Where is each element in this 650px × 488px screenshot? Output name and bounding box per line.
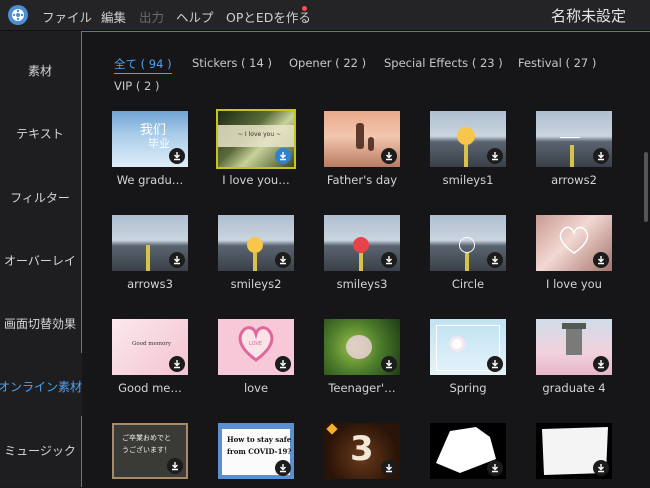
media-library-panel: 全て ( 94 ) Stickers ( 14 ) Opener ( 22 ) … — [82, 31, 650, 488]
download-icon[interactable] — [487, 356, 503, 372]
thumbnail-fathers-day[interactable] — [324, 111, 400, 167]
thumb-text: How to stay safe — [227, 435, 292, 444]
tab-vip[interactable]: VIP ( 2 ) — [114, 79, 159, 93]
thumb-text: from COVID-19? — [227, 447, 292, 456]
thumb-text: Good memory — [132, 341, 172, 347]
thumbnail-smileys2[interactable] — [218, 215, 294, 271]
download-icon[interactable] — [169, 356, 185, 372]
tab-opener[interactable]: Opener ( 22 ) — [289, 56, 366, 70]
thumbnail-covid-safety[interactable]: How to stay safe from COVID-19? — [218, 423, 294, 479]
download-icon[interactable] — [381, 356, 397, 372]
thumbnail-we-graduate[interactable]: 我们 毕业 — [112, 111, 188, 167]
notification-dot — [302, 6, 307, 11]
item-label: graduate 4 — [542, 381, 606, 395]
item-label: I love you — [546, 277, 602, 291]
item-label: smileys3 — [336, 277, 388, 291]
sidebar-item-media[interactable]: 素材 — [0, 39, 80, 101]
download-icon[interactable] — [169, 252, 185, 268]
thumbnail-arrows3[interactable] — [112, 215, 188, 271]
item-label: Spring — [449, 381, 487, 395]
item-label: Good me… — [118, 381, 182, 395]
sidebar-item-overlay[interactable]: オーバーレイ — [0, 229, 80, 291]
item-label: I love you… — [222, 173, 290, 187]
tab-festival[interactable]: Festival ( 27 ) — [518, 56, 596, 70]
item-label: arrows3 — [127, 277, 173, 291]
thumbnail-countdown-3[interactable]: 3 — [324, 423, 400, 479]
download-icon[interactable] — [381, 148, 397, 164]
tab-stickers[interactable]: Stickers ( 14 ) — [192, 56, 272, 70]
download-icon[interactable] — [275, 460, 291, 476]
sidebar: 素材 テキスト フィルター オーバーレイ 画面切替効果 オンライン素材 ミュージ… — [0, 31, 82, 487]
tab-all[interactable]: 全て ( 94 ) — [114, 56, 172, 74]
thumb-text: ご卒業おめでと — [122, 434, 171, 442]
menu-op-ed[interactable]: OPとEDを作る — [226, 7, 311, 26]
download-icon[interactable] — [593, 252, 609, 268]
download-icon[interactable] — [167, 458, 183, 474]
item-label: Circle — [451, 277, 485, 291]
item-label: smileys1 — [442, 173, 494, 187]
thumbnail-i-love-you-1[interactable]: ~ I love you ~ — [216, 109, 296, 169]
download-icon[interactable] — [593, 460, 609, 476]
thumbnail-smileys1[interactable] — [430, 111, 506, 167]
download-icon[interactable] — [593, 356, 609, 372]
download-icon[interactable] — [169, 148, 185, 164]
download-icon[interactable] — [275, 252, 291, 268]
thumbnail-graduate-4[interactable] — [536, 319, 612, 375]
thumbnail-graduation-card[interactable]: ご卒業おめでと うございます！ — [112, 423, 188, 479]
sidebar-item-online-media[interactable]: オンライン素材 — [0, 355, 82, 417]
thumbnail-circle[interactable] — [430, 215, 506, 271]
scrollbar-thumb[interactable] — [644, 152, 648, 222]
sidebar-item-music[interactable]: ミュージック — [0, 419, 80, 481]
download-icon[interactable] — [593, 148, 609, 164]
item-label: We gradu… — [116, 173, 184, 187]
thumb-text: 3 — [350, 429, 374, 469]
sidebar-item-filter[interactable]: フィルター — [0, 166, 80, 228]
menu-edit[interactable]: 編集 — [101, 7, 126, 26]
thumbnail-arrows2[interactable] — [536, 111, 612, 167]
thumbnail-teenager[interactable] — [324, 319, 400, 375]
item-label: smileys2 — [230, 277, 282, 291]
item-label: Father's day — [326, 173, 398, 187]
menu-bar: ファイル 編集 出力 ヘルプ OPとEDを作る 名称未設定 — [0, 0, 650, 31]
sidebar-item-text[interactable]: テキスト — [0, 102, 80, 164]
project-title: 名称未設定 — [550, 7, 626, 25]
thumb-text: うございます！ — [122, 446, 171, 454]
sidebar-item-transition[interactable]: 画面切替効果 — [0, 292, 80, 354]
download-icon[interactable] — [381, 460, 397, 476]
download-icon[interactable] — [381, 252, 397, 268]
download-icon[interactable] — [487, 148, 503, 164]
item-label: arrows2 — [551, 173, 597, 187]
download-icon[interactable] — [275, 356, 291, 372]
thumbnail-i-love-you-2[interactable] — [536, 215, 612, 271]
item-label: Teenager'… — [328, 381, 396, 395]
download-icon[interactable] — [275, 148, 291, 164]
thumbnail-white-paper[interactable] — [536, 423, 612, 479]
thumbnail-love[interactable]: LOVE — [218, 319, 294, 375]
download-icon[interactable] — [487, 460, 503, 476]
thumb-text: LOVE — [249, 341, 263, 347]
menu-file[interactable]: ファイル — [42, 7, 92, 26]
tab-special-effects[interactable]: Special Effects ( 23 ) — [384, 56, 503, 70]
thumbnail-good-memory[interactable]: Good memory — [112, 319, 188, 375]
menu-help[interactable]: ヘルプ — [176, 7, 214, 26]
item-label: love — [243, 381, 269, 395]
download-icon[interactable] — [487, 252, 503, 268]
thumbnail-spring[interactable] — [430, 319, 506, 375]
menu-output[interactable]: 出力 — [139, 7, 164, 26]
app-logo-icon — [8, 5, 28, 25]
thumbnail-smileys3[interactable] — [324, 215, 400, 271]
thumbnail-brush-white[interactable] — [430, 423, 506, 479]
